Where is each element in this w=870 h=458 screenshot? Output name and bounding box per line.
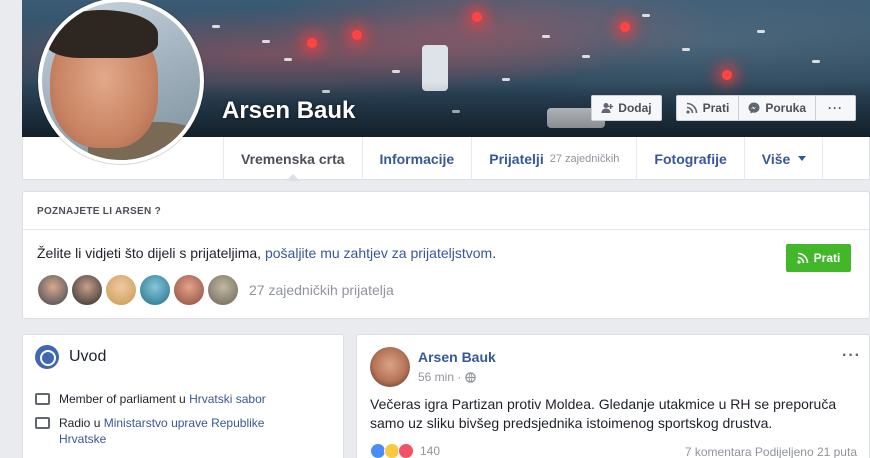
friend-avatar[interactable] — [207, 274, 239, 306]
friend-avatar[interactable] — [71, 274, 103, 306]
follow-button[interactable]: Prati — [675, 95, 740, 121]
know-text-prefix: Želite li vidjeti što dijeli s prijatelj… — [37, 245, 262, 261]
post-meta: 7 komentara Podijeljeno 21 puta — [685, 445, 857, 458]
intro-title: Uvod — [35, 345, 106, 369]
intro-title-label: Uvod — [69, 348, 107, 365]
post-author-name[interactable]: Arsen Bauk — [418, 349, 496, 365]
cover-boat — [642, 14, 650, 17]
cover-flare — [352, 30, 362, 40]
post-options-icon[interactable]: ··· — [842, 347, 861, 365]
add-friend-button[interactable]: Dodaj — [591, 95, 662, 121]
cover-flare — [620, 22, 630, 32]
intro-work-prefix: Member of parliament u — [59, 392, 186, 406]
follow-green-label: Prati — [813, 251, 841, 265]
add-friend-label: Dodaj — [618, 101, 652, 115]
intro-work-text: Member of parliament u Hrvatski sabor — [59, 391, 266, 407]
tab-friends[interactable]: Prijatelji 27 zajedničkih — [471, 137, 636, 180]
reactions-count: 140 — [420, 444, 441, 458]
cover-boat — [682, 48, 690, 51]
post-text: Večeras igra Partizan protiv Moldea. Gle… — [370, 396, 837, 431]
cover-boat — [502, 78, 510, 81]
tab-about[interactable]: Informacije — [361, 137, 472, 180]
tab-label: Prijatelji — [489, 150, 544, 167]
message-label: Poruka — [765, 101, 806, 115]
add-friend-icon — [601, 103, 614, 113]
cover-flare — [722, 70, 732, 80]
comments-count[interactable]: 7 komentara — [685, 445, 752, 458]
send-friend-request-link[interactable]: pošaljite mu zahtjev za prijateljstvom — [265, 245, 492, 261]
cover-boat — [392, 70, 400, 73]
tab-label: Vremenska crta — [241, 150, 345, 167]
more-options-icon: ··· — [828, 101, 843, 115]
know-heading: POZNAJETE LI ARSEN ? — [23, 192, 869, 230]
intro-card: Uvod Member of parliament u Hrvatski sab… — [22, 334, 344, 458]
tab-label: Informacije — [379, 150, 455, 167]
post-timestamp: 56 min · — [418, 370, 477, 384]
message-button[interactable]: Poruka — [739, 95, 816, 121]
tab-photos[interactable]: Fotografije — [636, 137, 743, 180]
intro-work-row: Radio u Ministarstvo uprave Republike Hr… — [35, 415, 285, 447]
rss-icon — [797, 252, 808, 264]
cover-boat — [262, 40, 270, 43]
post-time-text[interactable]: 56 min · — [418, 370, 461, 384]
timeline-post: Arsen Bauk 56 min · ··· Večeras igra Par… — [356, 334, 870, 458]
follow-label: Prati — [702, 101, 730, 115]
briefcase-icon — [35, 393, 50, 405]
intro-work-row: Member of parliament u Hrvatski sabor — [35, 391, 266, 407]
friend-avatar[interactable] — [139, 274, 171, 306]
globe-icon — [35, 345, 59, 369]
tab-label: Fotografije — [654, 150, 727, 167]
chevron-down-icon — [798, 156, 807, 161]
cover-flare — [307, 38, 317, 48]
avatar-hair — [46, 10, 158, 58]
tab-more[interactable]: Više — [743, 137, 824, 180]
friend-avatar[interactable] — [173, 274, 205, 306]
know-text: Želite li vidjeti što dijeli s prijatelj… — [37, 245, 496, 261]
shares-count[interactable]: Podijeljeno 21 puta — [755, 445, 857, 458]
post-author-avatar[interactable] — [370, 347, 410, 387]
tab-timeline[interactable]: Vremenska crta — [223, 137, 362, 181]
cover-actions: Dodaj Prati Poruka ··· — [591, 95, 856, 121]
globe-icon — [465, 371, 477, 383]
know-text-suffix: . — [492, 245, 497, 261]
friend-avatar[interactable] — [105, 274, 137, 306]
profile-picture[interactable] — [38, 0, 204, 164]
cover-flare — [472, 12, 482, 22]
intro-work-text: Radio u Ministarstvo uprave Republike Hr… — [59, 415, 285, 447]
rss-icon — [686, 102, 697, 114]
cover-boat — [542, 35, 550, 38]
cover-boat — [757, 30, 765, 33]
reactions-summary[interactable]: 140 — [370, 443, 440, 458]
briefcase-icon — [35, 417, 50, 429]
mutual-count: 27 zajedničkih — [549, 152, 620, 165]
intro-work-prefix: Radio u — [59, 416, 101, 430]
cover-boat — [812, 60, 820, 63]
workplace-link[interactable]: Hrvatski sabor — [189, 392, 266, 406]
profile-name[interactable]: Arsen Bauk — [222, 97, 355, 125]
cover-boat — [212, 25, 220, 28]
messenger-icon — [748, 102, 760, 114]
love-reaction-icon — [398, 443, 414, 458]
mutual-friends-count[interactable]: 27 zajedničkih prijatelja — [249, 282, 394, 298]
avatar — [42, 2, 200, 160]
mutual-friends: 27 zajedničkih prijatelja — [37, 274, 394, 306]
cover-boat — [582, 55, 590, 58]
friend-avatar[interactable] — [37, 274, 69, 306]
cover-boat — [284, 58, 292, 61]
follow-green-button[interactable]: Prati — [786, 244, 851, 272]
tab-label: Više — [761, 150, 791, 167]
know-person-card: POZNAJETE LI ARSEN ? Želite li vidjeti š… — [22, 191, 870, 319]
more-options-button[interactable]: ··· — [816, 95, 856, 121]
